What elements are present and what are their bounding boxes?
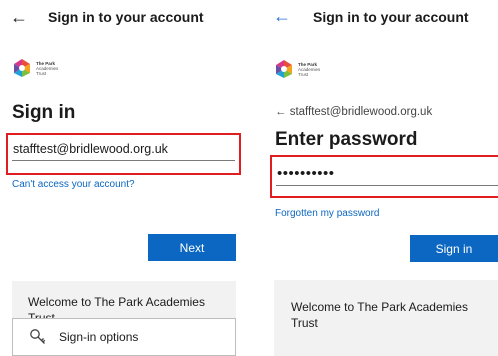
key-search-icon (30, 329, 46, 344)
signin-options-label: Sign-in options (59, 330, 139, 344)
welcome-text: Welcome to The Park Academies Trust (291, 300, 468, 330)
forgot-password-link[interactable]: Forgotten my password (275, 208, 380, 219)
cant-access-link[interactable]: Can't access your account? (12, 179, 135, 190)
signin-options-button[interactable]: Sign-in options (12, 318, 236, 356)
page-heading: Enter password (275, 129, 418, 150)
header-title: Sign in to your account (48, 9, 204, 25)
password-underline (276, 185, 498, 186)
org-logo: The Park Academies Trust (274, 59, 320, 79)
page-heading: Sign in (12, 102, 76, 123)
signin-button[interactable]: Sign in (410, 235, 498, 262)
email-underline (12, 160, 235, 161)
back-to-email-link[interactable]: ← stafftest@bridlewood.org.uk (275, 106, 432, 118)
email-input[interactable]: stafftest@bridlewood.org.uk (13, 142, 168, 156)
back-arrow-icon[interactable]: ← (273, 7, 291, 25)
logo-text: The Park Academies Trust (36, 60, 59, 76)
password-input[interactable]: •••••••••• (277, 165, 335, 182)
park-logo-icon (14, 59, 30, 77)
back-arrow-icon[interactable]: ← (10, 8, 28, 26)
next-button[interactable]: Next (148, 234, 236, 261)
logo-text: The Park Academies Trust (298, 61, 321, 77)
header-title: Sign in to your account (313, 9, 469, 25)
signin-password-screen: ← Sign in to your account The Park Acade… (264, 0, 498, 356)
park-logo-icon (276, 60, 292, 78)
signin-email-screen: ← Sign in to your account The Park Acade… (0, 0, 246, 356)
org-logo: The Park Academies Trust (12, 58, 58, 78)
